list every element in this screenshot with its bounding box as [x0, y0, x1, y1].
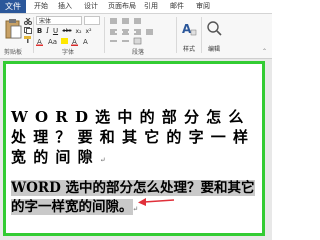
document-area: WORD选中的部分怎么处理？要和其它的字一样宽的间隙↵ WORD 选中的部分怎么… — [0, 59, 272, 240]
ribbon-separator — [104, 17, 105, 53]
format-painter-icon[interactable] — [24, 36, 32, 43]
document-page[interactable]: WORD选中的部分怎么处理？要和其它的字一样宽的间隙↵ WORD 选中的部分怎么… — [3, 61, 265, 236]
red-arrow-icon — [138, 198, 175, 206]
ribbon-collapse-icon[interactable]: ⌃ — [262, 48, 267, 55]
subscript-button[interactable]: x₂ — [74, 27, 83, 36]
font-color-row: A Aa A A — [36, 38, 88, 46]
paste-button[interactable] — [4, 18, 22, 42]
tab-home[interactable]: 开始 — [34, 0, 48, 13]
paragraph-spaced[interactable]: WORD选中的部分怎么处理？要和其它的字一样宽的间隙↵ — [11, 107, 261, 170]
svg-text:Aa: Aa — [48, 38, 57, 46]
copy-icon[interactable] — [24, 27, 32, 34]
font-size-select[interactable] — [84, 16, 100, 25]
superscript-button[interactable]: x² — [84, 27, 93, 36]
paragraph-selected[interactable]: WORD 选中的部分怎么处理？要和其它的字一样宽的间隙。↵ — [11, 179, 259, 219]
editing-group-label: 编辑 — [207, 46, 220, 53]
paragraph-group-label: 段落 — [132, 49, 145, 56]
ribbon-separator — [201, 17, 202, 53]
italic-button[interactable]: I — [44, 27, 51, 36]
ribbon-separator — [33, 17, 34, 53]
ribbon: 剪贴板 宋体 B I U abc x₂ x² A Aa A A 字体 段落 A … — [0, 14, 272, 59]
svg-text:A: A — [83, 38, 88, 46]
paragraph-mark-icon: ↵ — [99, 156, 106, 164]
font-name-select[interactable]: 宋体 — [36, 16, 82, 25]
tab-page-layout[interactable]: 页面布局 — [108, 0, 136, 13]
paragraph-controls[interactable] — [108, 17, 174, 47]
bold-button[interactable]: B — [36, 27, 43, 36]
underline-button[interactable]: U — [52, 27, 59, 36]
tab-mailings[interactable]: 邮件 — [170, 0, 184, 13]
tab-review[interactable]: 审阅 — [196, 0, 210, 13]
strikethrough-button[interactable]: abc — [61, 27, 73, 36]
clipboard-group-label: 剪贴板 — [4, 49, 23, 56]
tab-design[interactable]: 设计 — [84, 0, 98, 13]
svg-text:A: A — [182, 22, 192, 36]
tab-insert[interactable]: 插入 — [58, 0, 72, 13]
ribbon-tab-bar: 文件 开始 插入 设计 页面布局 引用 邮件 审阅 — [0, 0, 272, 14]
paragraph-spaced-text: WORD选中的部分怎么处理？要和其它的字一样宽的间隙 — [11, 108, 256, 166]
font-group-label: 字体 — [62, 49, 75, 56]
cut-icon[interactable] — [24, 18, 32, 25]
styles-icon[interactable]: A — [181, 20, 197, 40]
tab-references[interactable]: 引用 — [144, 0, 158, 13]
tab-file[interactable]: 文件 — [0, 0, 26, 13]
ribbon-separator — [176, 17, 177, 53]
paste-icon — [5, 19, 22, 39]
styles-group-label: 样式 — [182, 46, 195, 53]
find-icon[interactable] — [206, 20, 222, 40]
